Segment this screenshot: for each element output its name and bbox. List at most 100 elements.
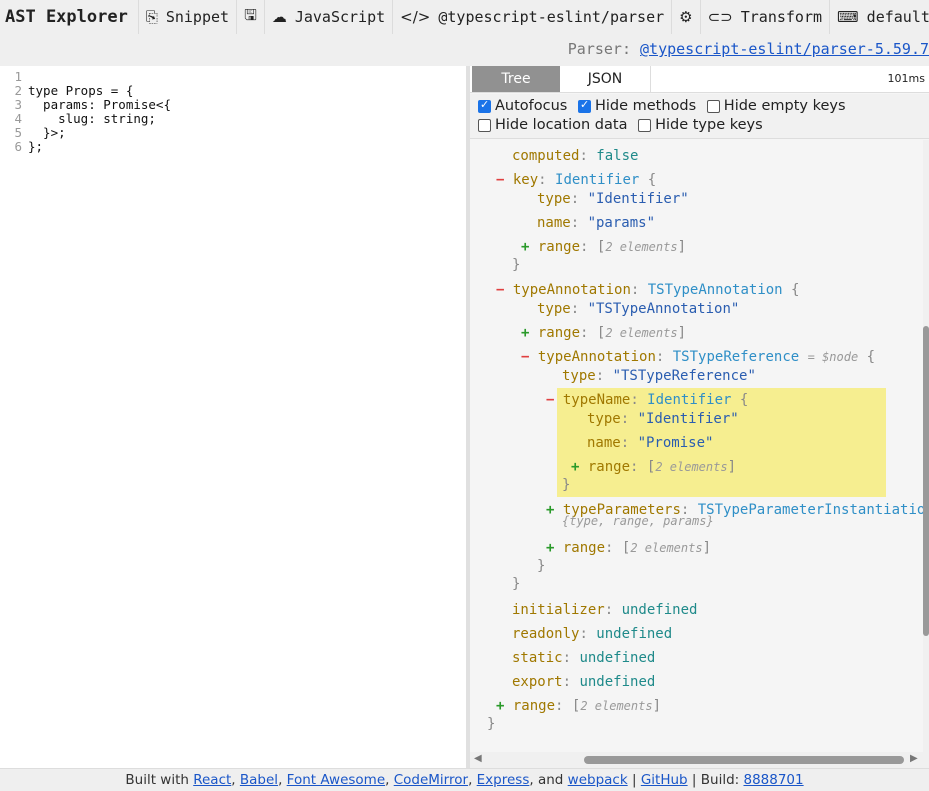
footer-built-with: Built with: [125, 772, 189, 788]
node-marker: = $node: [807, 350, 859, 364]
options-row-2: Hide location data Hide type keys: [478, 117, 769, 136]
prop-key: range: [537, 239, 581, 255]
tree-row-range[interactable]: + range: [2 elements]: [546, 536, 711, 560]
collapse-icon[interactable]: −: [496, 172, 504, 188]
toggle-off-icon: ⊂⊃: [707, 8, 733, 26]
code-line[interactable]: 3 params: Promise<{: [0, 98, 466, 112]
gear-icon: ⚙: [679, 8, 693, 26]
expand-icon[interactable]: +: [496, 698, 504, 714]
prop-summary: 2 elements: [630, 541, 703, 555]
prop-value: "TSTypeAnnotation": [587, 301, 740, 317]
tree-row-type[interactable]: type: "Identifier": [537, 187, 689, 211]
build-id-link[interactable]: 8888701: [743, 772, 803, 788]
code-line[interactable]: 1: [0, 70, 466, 84]
expand-icon[interactable]: +: [546, 502, 554, 518]
code-line[interactable]: 4 slug: string;: [0, 112, 466, 126]
option-hide-empty-keys[interactable]: Hide empty keys: [706, 98, 846, 114]
prop-key: type: [537, 191, 571, 207]
build-label: Build:: [700, 772, 740, 788]
expand-icon[interactable]: +: [546, 540, 554, 556]
expand-icon[interactable]: +: [521, 325, 529, 341]
tree-row-type[interactable]: type: "TSTypeAnnotation": [537, 297, 739, 321]
line-number: 3: [14, 97, 22, 112]
prop-key: type: [587, 411, 621, 427]
typeparameters-summary: {type, range, params}: [562, 514, 714, 528]
link-babel[interactable]: Babel: [240, 772, 278, 788]
vertical-scrollbar-thumb[interactable]: [923, 326, 929, 636]
link-webpack[interactable]: webpack: [568, 772, 628, 788]
transform-toggle[interactable]: ⊂⊃ Transform: [701, 0, 831, 34]
scroll-left-icon[interactable]: ◀: [474, 753, 482, 764]
options-row-1: Autofocus Hide methods Hide empty keys: [478, 98, 852, 117]
prop-key: initializer: [512, 602, 605, 618]
code-line[interactable]: 2 type Props = {: [0, 84, 466, 98]
expand-icon[interactable]: +: [571, 459, 579, 475]
parser-menu[interactable]: </> @typescript-eslint/parser: [393, 0, 673, 34]
link-express[interactable]: Express: [477, 772, 530, 788]
parser-settings-button[interactable]: ⚙: [672, 0, 701, 34]
line-number: 1: [14, 69, 22, 84]
save-button[interactable]: 🖫: [237, 0, 265, 34]
close-brace: }: [562, 477, 571, 493]
prop-value: false: [596, 148, 639, 164]
parser-version-link[interactable]: @typescript-eslint/parser-5.59.7: [640, 40, 929, 58]
collapse-icon[interactable]: −: [546, 392, 554, 408]
tree-row-range[interactable]: + range: [2 elements]: [496, 694, 661, 718]
scroll-right-icon[interactable]: ▶: [910, 753, 918, 764]
prop-value: "TSTypeReference": [612, 368, 756, 384]
collapse-icon[interactable]: −: [496, 282, 504, 298]
close-brace: }: [512, 257, 521, 273]
code-line[interactable]: 5 }>;: [0, 126, 466, 140]
tree-row-readonly[interactable]: readonly: undefined: [512, 622, 672, 646]
tree-row-type[interactable]: type: "Identifier": [587, 407, 739, 431]
prop-value: undefined: [621, 602, 698, 618]
tree-row-static[interactable]: static: undefined: [512, 646, 655, 670]
link-github[interactable]: GitHub: [641, 772, 688, 788]
expand-icon[interactable]: +: [521, 239, 529, 255]
tree-row-range[interactable]: + range: [2 elements]: [521, 235, 686, 259]
tree-row-range[interactable]: + range: [2 elements]: [571, 455, 736, 479]
hide-empty-keys-checkbox[interactable]: [706, 99, 720, 113]
prop-value: "Identifier": [637, 411, 739, 427]
prop-key: name: [537, 215, 571, 231]
prop-key: name: [587, 435, 621, 451]
prop-value: "Promise": [637, 435, 714, 451]
prop-key: export: [512, 674, 563, 690]
link-font-awesome[interactable]: Font Awesome: [287, 772, 385, 788]
prop-value: "Identifier": [587, 191, 689, 207]
prop-key: type: [537, 301, 571, 317]
language-label: JavaScript: [294, 8, 386, 26]
hide-type-keys-checkbox[interactable]: [638, 118, 652, 132]
tree-row-type[interactable]: type: "TSTypeReference": [562, 364, 756, 388]
tree-row-name[interactable]: name: "Promise": [587, 431, 713, 455]
tree-row-initializer[interactable]: initializer: undefined: [512, 598, 697, 622]
tree-row-range[interactable]: + range: [2 elements]: [521, 321, 686, 345]
tab-json[interactable]: JSON: [560, 66, 651, 92]
option-hide-location-data[interactable]: Hide location data: [478, 117, 627, 133]
autofocus-checkbox[interactable]: [478, 98, 491, 113]
collapse-icon[interactable]: −: [521, 349, 529, 365]
hide-location-data-checkbox[interactable]: [478, 118, 491, 132]
tree-row-computed[interactable]: computed: false: [512, 144, 638, 168]
link-react[interactable]: React: [193, 772, 231, 788]
option-autofocus[interactable]: Autofocus: [478, 98, 567, 114]
prop-value: "params": [587, 215, 656, 231]
parser-info: Parser: @typescript-eslint/parser-5.59.7: [568, 40, 929, 58]
horizontal-scrollbar-thumb[interactable]: [584, 756, 904, 764]
keymap-menu[interactable]: ⌨ default: [830, 0, 929, 34]
code-line[interactable]: 6};: [0, 140, 466, 154]
language-menu[interactable]: ☁ JavaScript: [265, 0, 394, 34]
tab-tree[interactable]: Tree: [472, 66, 560, 92]
tree-row-name[interactable]: name: "params": [537, 211, 655, 235]
code-editor[interactable]: 1 2 type Props = {3 params: Promise<{4 slu…: [0, 66, 466, 772]
prop-key: range: [537, 325, 581, 341]
option-hide-methods[interactable]: Hide methods: [577, 98, 697, 114]
option-hide-type-keys[interactable]: Hide type keys: [638, 117, 763, 133]
tree-row-export[interactable]: export: undefined: [512, 670, 655, 694]
hide-methods-label: Hide methods: [594, 98, 697, 114]
hide-methods-checkbox[interactable]: [577, 98, 591, 113]
app-title: AST Explorer: [0, 0, 139, 34]
link-codemirror[interactable]: CodeMirror: [394, 772, 468, 788]
tree-options: Autofocus Hide methods Hide empty keys H…: [470, 94, 929, 139]
snippet-menu[interactable]: ⎘ Snippet: [139, 0, 238, 34]
